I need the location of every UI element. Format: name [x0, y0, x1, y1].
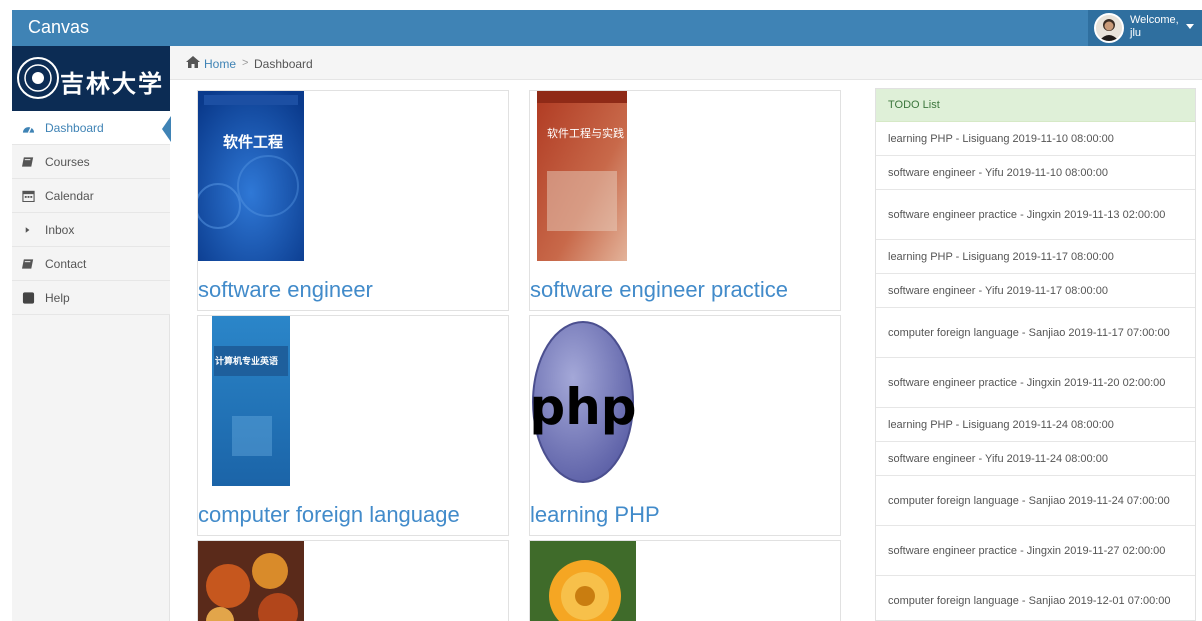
logo-text: 吉林大学 [60, 69, 164, 98]
course-card-computer-foreign-language[interactable]: 计算机专业英语 computer foreign language [197, 315, 509, 536]
sidebar-item-dashboard[interactable]: Dashboard [12, 111, 171, 145]
course-card-software-engineer[interactable]: 软件工程 software engineer [197, 90, 509, 311]
todo-item[interactable]: computer foreign language - Sanjiao 2019… [876, 576, 1195, 620]
course-cover-image[interactable]: 软件工程 [198, 91, 304, 261]
contact-icon [22, 259, 34, 269]
calendar-icon [22, 190, 35, 202]
todo-list-header: TODO List [876, 89, 1195, 122]
cover-title: 计算机专业英语 [215, 355, 278, 367]
course-card-learning-php[interactable]: php learning PHP [529, 315, 841, 536]
breadcrumb-current: Dashboard [254, 57, 313, 71]
course-cover-image[interactable]: 计算机专业英语 [212, 316, 290, 486]
todo-item[interactable]: computer foreign language - Sanjiao 2019… [876, 476, 1195, 526]
cover-title: 软件工程 [223, 133, 283, 151]
sidebar-item-label: Inbox [45, 223, 75, 237]
sidebar: 吉林大学 Dashboard Courses Calendar Inbox Co… [12, 46, 171, 621]
sidebar-item-label: Contact [45, 257, 87, 271]
avatar[interactable] [1094, 13, 1124, 43]
seal-icon [17, 57, 59, 99]
sidebar-item-label: Courses [45, 155, 90, 169]
university-logo: 吉林大学 [12, 46, 170, 111]
sidebar-item-inbox[interactable]: Inbox [12, 213, 170, 247]
top-navbar: Canvas Welcome, jlu [12, 10, 1202, 46]
todo-item[interactable]: software engineer - Yifu 2019-11-17 08:0… [876, 274, 1195, 308]
todo-item[interactable]: software engineer practice - Jingxin 201… [876, 190, 1195, 240]
sidebar-item-courses[interactable]: Courses [12, 145, 170, 179]
course-title-link[interactable]: learning PHP [530, 502, 660, 528]
todo-item[interactable]: learning PHP - Lisiguang 2019-11-10 08:0… [876, 122, 1195, 156]
user-name: jlu [1130, 27, 1142, 39]
breadcrumb-separator: > [242, 57, 249, 69]
sidebar-item-label: Help [45, 291, 70, 305]
sidebar-item-contact[interactable]: Contact [12, 247, 170, 281]
todo-item[interactable]: software engineer - Yifu 2019-11-10 08:0… [876, 156, 1195, 190]
course-card-software-engineer-practice[interactable]: 软件工程与实践 software engineer practice [529, 90, 841, 311]
chevron-down-icon[interactable] [1186, 24, 1194, 29]
breadcrumb-home-link[interactable]: Home [204, 57, 236, 71]
breadcrumb: Home > Dashboard [170, 46, 1202, 80]
sidebar-item-calendar[interactable]: Calendar [12, 179, 170, 213]
sidebar-item-label: Dashboard [45, 121, 104, 135]
sidebar-nav: Dashboard Courses Calendar Inbox Contact… [12, 111, 171, 315]
course-title-link[interactable]: computer foreign language [198, 502, 460, 528]
sidebar-item-help[interactable]: Help [12, 281, 170, 315]
course-title-link[interactable]: software engineer [198, 277, 373, 303]
welcome-label: Welcome, [1130, 14, 1179, 26]
course-title-link[interactable]: software engineer practice [530, 277, 788, 303]
help-icon [22, 292, 35, 304]
course-card[interactable] [197, 540, 509, 621]
todo-item[interactable]: software engineer practice - Jingxin 201… [876, 358, 1195, 408]
dashboard-icon [22, 126, 35, 133]
todo-item[interactable]: learning PHP - Lisiguang 2019-11-17 08:0… [876, 240, 1195, 274]
course-cover-image[interactable]: 软件工程与实践 [537, 91, 627, 261]
php-logo-icon[interactable]: php [530, 316, 636, 486]
app-title[interactable]: Canvas [28, 17, 89, 38]
home-icon [186, 56, 200, 68]
todo-list: TODO List learning PHP - Lisiguang 2019-… [875, 88, 1196, 621]
course-card[interactable] [529, 540, 841, 621]
welcome-text: Welcome, jlu [1130, 14, 1179, 40]
sidebar-item-label: Calendar [45, 189, 94, 203]
todo-item[interactable]: software engineer practice - Jingxin 201… [876, 526, 1195, 576]
todo-item[interactable]: software engineer - Yifu 2019-11-24 08:0… [876, 442, 1195, 476]
cover-title: php [530, 378, 636, 436]
user-menu[interactable]: Welcome, jlu [1088, 10, 1202, 46]
todo-item[interactable]: learning PHP - Lisiguang 2019-11-24 08:0… [876, 408, 1195, 442]
course-cover-image[interactable] [198, 541, 304, 621]
todo-item[interactable]: computer foreign language - Sanjiao 2019… [876, 308, 1195, 358]
book-icon [22, 157, 34, 167]
cover-title: 软件工程与实践 [547, 126, 624, 140]
caret-right-icon [25, 227, 30, 233]
course-cover-image[interactable] [530, 541, 636, 621]
